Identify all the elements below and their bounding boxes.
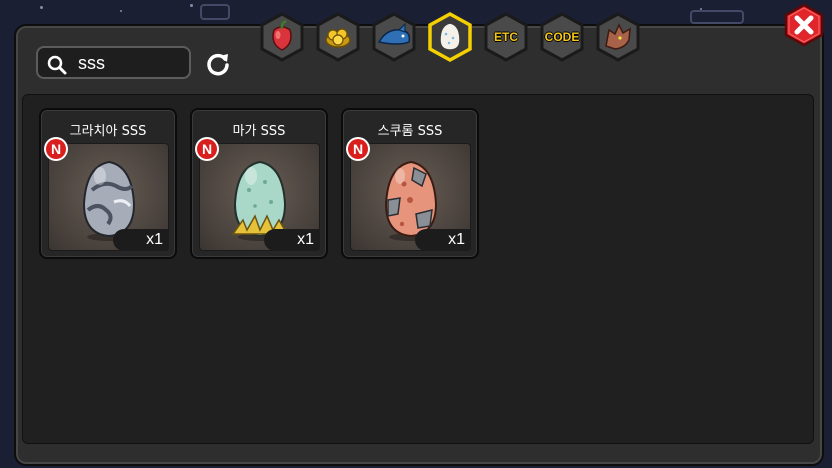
search-icon <box>47 55 67 75</box>
svg-text:N: N <box>202 141 212 157</box>
fruit-icon <box>272 19 292 51</box>
new-badge: N <box>346 137 370 161</box>
egg-icon <box>439 22 461 51</box>
dragon-head-icon <box>605 23 631 50</box>
blue-creature-icon <box>377 22 411 45</box>
item-card[interactable]: 그라치아 SSS N x1 <box>39 108 177 259</box>
svg-text:N: N <box>353 141 363 157</box>
item-quantity: x1 <box>297 231 314 248</box>
close-icon[interactable] <box>782 3 826 47</box>
new-badge: N <box>195 137 219 161</box>
new-badge: N <box>44 137 68 161</box>
search-input-value: sss <box>78 53 105 73</box>
tab-dragon[interactable] <box>593 12 643 62</box>
tab-etc[interactable]: ETC <box>481 12 531 62</box>
item-quantity: x1 <box>146 231 163 248</box>
tab-fruit[interactable] <box>257 12 307 62</box>
item-quantity: x1 <box>448 231 465 248</box>
tab-gold[interactable] <box>313 12 363 62</box>
tab-egg[interactable] <box>425 12 475 62</box>
tab-code[interactable]: CODE <box>537 12 587 62</box>
item-card[interactable]: 스쿠롬 SSS N x1 <box>341 108 479 259</box>
item-card[interactable]: 마가 SSS N x1 <box>190 108 328 259</box>
tab-code-label: CODE <box>544 30 580 44</box>
tab-monster[interactable] <box>369 12 419 62</box>
gold-coins-icon <box>325 28 351 48</box>
tab-etc-label: ETC <box>494 30 518 44</box>
refresh-icon[interactable] <box>204 50 232 78</box>
search-input[interactable]: sss <box>36 46 191 79</box>
svg-text:N: N <box>51 141 61 157</box>
